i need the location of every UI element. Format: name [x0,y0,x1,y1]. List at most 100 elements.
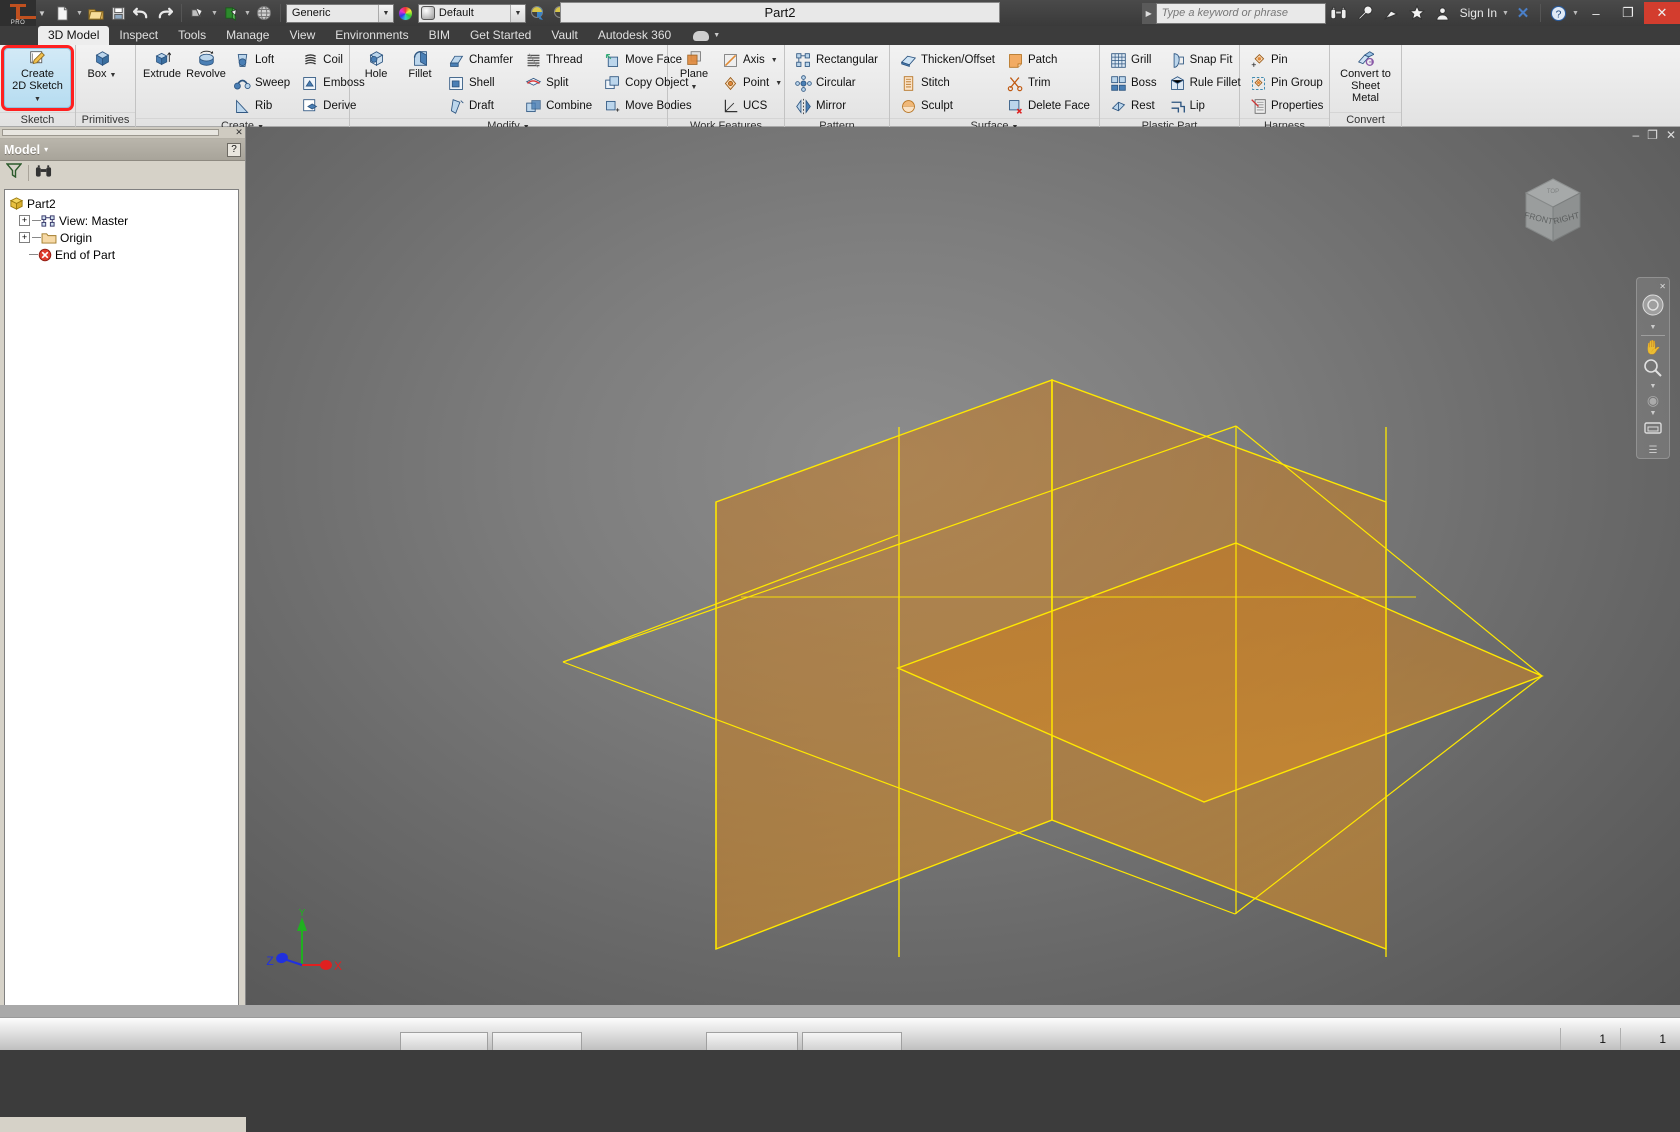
orbit-caret-icon[interactable]: ▼ [1650,410,1657,418]
zoom-caret-icon[interactable]: ▼ [1650,383,1657,391]
look-at-icon[interactable] [1642,418,1664,441]
chevron-down-icon[interactable]: ▼ [775,80,782,87]
rule-fillet-button[interactable]: Rule Fillet [1165,72,1245,94]
binoculars-icon-browser[interactable] [35,164,52,183]
binoculars-icon[interactable] [1326,0,1352,26]
redo-button[interactable] [154,2,176,24]
help-button[interactable]: ? [1545,0,1571,26]
filter-funnel-icon[interactable] [5,163,23,183]
thread-button[interactable]: Thread [521,49,596,71]
box-primitive-button[interactable]: Box ▼ [80,48,124,84]
revolve-button[interactable]: Revolve [184,48,228,82]
chevron-down-icon-2[interactable]: ▼ [509,4,525,22]
view-cube[interactable]: FRONT RIGHT TOP [1510,167,1582,242]
tree-node-origin[interactable]: + Origin [9,229,234,246]
orbit-icon[interactable]: ◉ [1647,392,1659,409]
adjust-appearance-button[interactable] [527,2,549,24]
fillet-button[interactable]: Fillet [398,48,442,82]
cloud-caret-icon[interactable]: ▼ [713,32,720,39]
material-select[interactable]: Generic ▼ [285,3,394,23]
ribbon-tab-environments[interactable]: Environments [325,26,418,45]
viewport-close-button[interactable]: ✕ [1666,129,1676,141]
nav-close-button[interactable]: ✕ [1659,282,1666,291]
ucs-button[interactable]: UCS [718,95,786,117]
ribbon-tab-3d-model[interactable]: 3D Model [38,26,110,45]
status-cell-3[interactable] [706,1032,798,1050]
material-color-button[interactable] [395,2,417,24]
shell-button[interactable]: Shell [444,72,517,94]
ribbon-tab-autodesk-360[interactable]: Autodesk 360 [588,26,681,45]
new-file-caret-icon[interactable]: ▼ [75,2,84,24]
3d-viewport[interactable]: – ❐ ✕ FRONT RIGHT TOP ✕ ▼ ✋ ▼ ◉ ▼ ☰ Y X … [246,127,1680,1017]
rest-button[interactable]: Rest [1106,95,1161,117]
combine-button[interactable]: Combine [521,95,596,117]
sign-in-button[interactable]: Sign In [1456,6,1501,20]
browser-close-button[interactable]: ✕ [233,127,245,138]
axis-button[interactable]: Axis ▼ [718,49,786,71]
tree-expander-icon[interactable]: + [19,232,30,243]
ribbon-tab-bim[interactable]: BIM [419,26,460,45]
app-menu-caret-icon[interactable]: ▼ [38,9,46,18]
sculpt-button[interactable]: Sculpt [896,95,999,117]
undo-button[interactable] [131,2,153,24]
loft-button[interactable]: Loft [230,49,294,71]
tree-node-end-of-part[interactable]: End of Part [9,246,234,263]
patch-button[interactable]: Patch [1003,49,1094,71]
inventor-logo[interactable]: PRO [0,0,36,26]
maximize-window-button[interactable]: ❐ [1612,2,1644,24]
ribbon-tab-view[interactable]: View [279,26,325,45]
convert-to-sheet-metal-button[interactable]: Convert to Sheet Metal [1334,48,1397,106]
thicken-offset-button[interactable]: Thicken/Offset [896,49,999,71]
search-input[interactable]: Type a keyword or phrase [1155,2,1326,24]
return-caret-icon[interactable]: ▼ [243,2,252,24]
browser-scrollbar[interactable]: ✕ [0,127,245,139]
browser-help-button[interactable]: ? [227,142,241,157]
boss-button[interactable]: Boss [1106,72,1161,94]
tree-node-part2[interactable]: Part2 [9,195,234,212]
hole-button[interactable]: Hole [354,48,398,82]
new-file-button[interactable] [52,2,74,24]
lip-button[interactable]: Lip [1165,95,1245,117]
status-cell-1[interactable] [400,1032,488,1050]
close-window-button[interactable]: ✕ [1644,2,1680,24]
appearance-globe-button[interactable] [253,2,275,24]
sweep-button[interactable]: Sweep [230,72,294,94]
split-button[interactable]: Split [521,72,596,94]
tree-expander-icon[interactable]: + [19,215,30,226]
trim-button[interactable]: Trim [1003,72,1094,94]
chevron-down-icon[interactable]: ▾ [44,145,48,154]
tree-node-view-master[interactable]: + View: Master [9,212,234,229]
ribbon-tab-manage[interactable]: Manage [216,26,279,45]
person-icon[interactable] [1430,0,1456,26]
cloud-status-icon[interactable] [693,30,710,41]
return-green-button[interactable] [220,2,242,24]
minimize-window-button[interactable]: – [1580,2,1612,24]
star-icon[interactable] [1404,0,1430,26]
chevron-down-icon[interactable]: ▼ [377,4,393,22]
autodesk-exchange-button[interactable]: ✕ [1510,0,1536,26]
chamfer-button[interactable]: Chamfer [444,49,517,71]
zoom-magnifier-icon[interactable] [1642,357,1664,382]
draft-button[interactable]: Draft [444,95,517,117]
extrude-button[interactable]: Extrude [140,48,184,82]
pan-hand-icon[interactable]: ✋ [1644,339,1661,356]
status-cell-4[interactable] [802,1032,902,1050]
create-2d-sketch-button[interactable]: Create 2D Sketch ▼ [1,45,74,111]
circular-pattern-button[interactable]: Circular [791,72,882,94]
chevron-down-icon[interactable]: ▼ [110,72,117,79]
grill-button[interactable]: Grill [1106,49,1161,71]
rectangular-pattern-button[interactable]: Rectangular [791,49,882,71]
chevron-down-icon[interactable]: ▼ [691,84,698,91]
ribbon-tab-get-started[interactable]: Get Started [460,26,541,45]
ribbon-tab-inspect[interactable]: Inspect [109,26,168,45]
pin-button[interactable]: Pin [1246,49,1327,71]
plane-button[interactable]: Plane ▼ [672,48,716,96]
harness-properties-button[interactable]: Properties [1246,95,1327,117]
sign-in-caret-icon[interactable]: ▼ [1501,2,1510,24]
help-caret-icon[interactable]: ▼ [1571,2,1580,24]
chevron-down-icon[interactable]: ▼ [34,96,41,103]
steering-wheel-caret-icon[interactable]: ▼ [1650,324,1657,332]
viewport-minimize-button[interactable]: – [1632,129,1639,141]
steering-wheel-icon[interactable] [1640,292,1666,323]
select-mode-caret-icon[interactable]: ▼ [210,2,219,24]
